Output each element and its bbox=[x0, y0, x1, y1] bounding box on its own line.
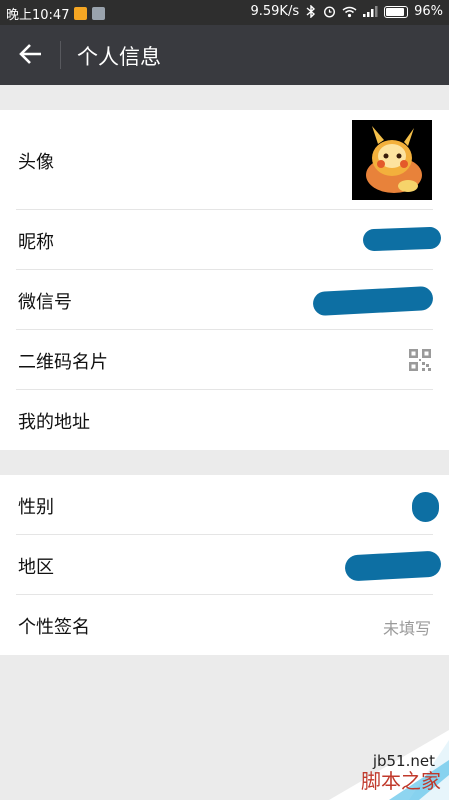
address-row[interactable]: 我的地址 bbox=[0, 390, 449, 450]
nickname-row[interactable]: 昵称 bbox=[0, 210, 449, 270]
wechat-id-redaction bbox=[312, 285, 434, 317]
qr-code-icon bbox=[409, 349, 431, 371]
wechat-id-label: 微信号 bbox=[18, 292, 72, 313]
avatar-image bbox=[352, 120, 432, 200]
title-divider bbox=[60, 41, 61, 69]
region-row[interactable]: 地区 bbox=[0, 535, 449, 595]
region-label: 地区 bbox=[18, 557, 54, 578]
gender-row[interactable]: 性别 bbox=[0, 475, 449, 535]
avatar-row[interactable]: 头像 bbox=[0, 110, 449, 210]
avatar[interactable] bbox=[352, 120, 432, 200]
signature-value: 未填写 bbox=[382, 619, 431, 638]
notification-app-icon bbox=[74, 7, 88, 20]
back-arrow-icon[interactable] bbox=[16, 39, 46, 69]
alarm-icon bbox=[324, 6, 336, 18]
watermark-name: 脚本之家 bbox=[361, 769, 441, 793]
title-bar: 个人信息 bbox=[0, 25, 449, 85]
status-bar: 晚上10:47 9.59K/s 96% bbox=[0, 0, 449, 25]
nickname-label: 昵称 bbox=[18, 232, 54, 253]
gender-label: 性别 bbox=[18, 497, 54, 518]
address-label: 我的地址 bbox=[18, 412, 90, 433]
profile-group: 头像 昵称 微信号 二维码名片 我的地址 bbox=[0, 110, 449, 450]
signature-label: 个性签名 bbox=[18, 617, 90, 638]
bluetooth-icon bbox=[306, 5, 316, 18]
region-redaction bbox=[344, 550, 442, 582]
qr-card-row[interactable]: 二维码名片 bbox=[0, 330, 449, 390]
status-left: 晚上10:47 bbox=[6, 4, 106, 23]
nickname-redaction bbox=[362, 226, 442, 252]
signature-row[interactable]: 个性签名 未填写 bbox=[0, 595, 449, 655]
status-time: 晚上10:47 bbox=[6, 8, 70, 23]
battery-level: 96% bbox=[414, 4, 443, 19]
battery-icon bbox=[384, 5, 409, 18]
notification-gallery-icon bbox=[92, 7, 106, 20]
gender-redaction bbox=[412, 492, 439, 522]
status-right: 9.59K/s 96% bbox=[250, 4, 443, 19]
network-speed: 9.59K/s bbox=[250, 4, 300, 19]
avatar-label: 头像 bbox=[18, 152, 54, 173]
qr-card-label: 二维码名片 bbox=[18, 352, 108, 373]
signal-icon bbox=[363, 6, 378, 17]
watermark: jb51.net 脚本之家 bbox=[289, 730, 449, 800]
details-group: 性别 地区 个性签名 未填写 bbox=[0, 475, 449, 655]
wifi-icon bbox=[342, 6, 357, 17]
page-title: 个人信息 bbox=[77, 45, 161, 69]
wechat-id-row[interactable]: 微信号 bbox=[0, 270, 449, 330]
